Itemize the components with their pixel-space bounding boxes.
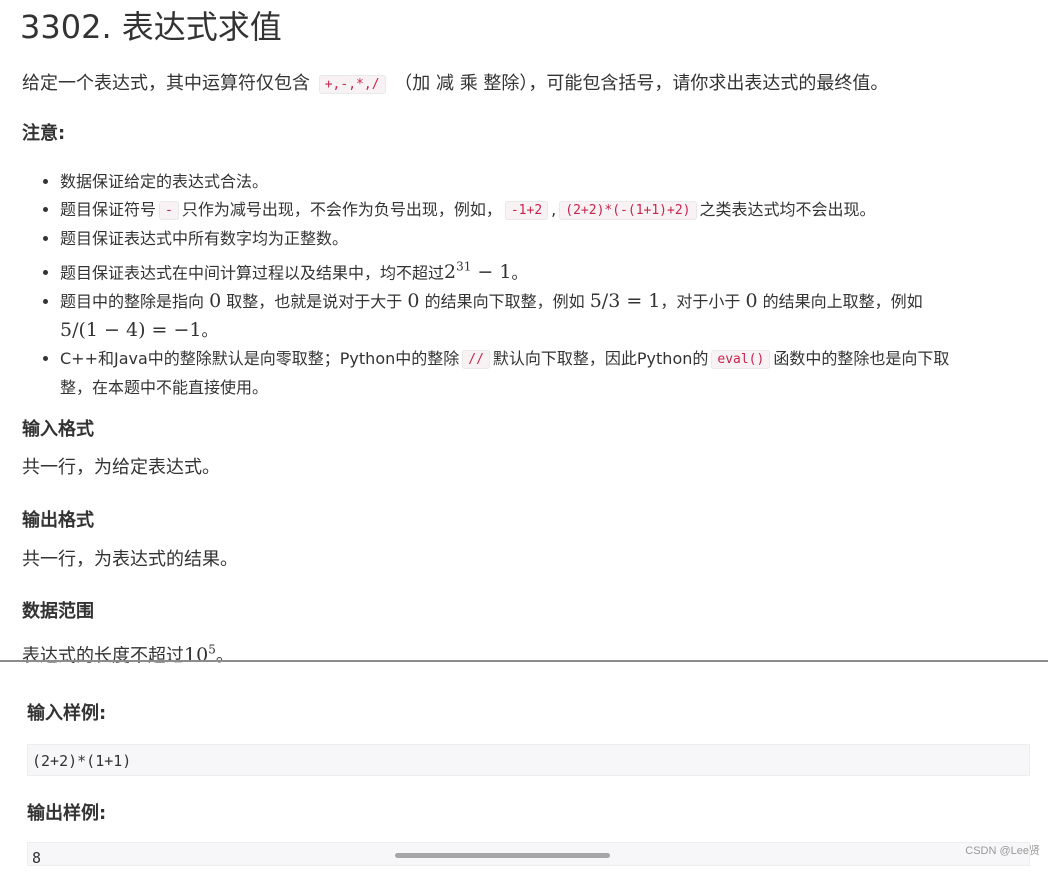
example-code: (2+2)*(-(1+1)+2) [559, 201, 697, 220]
operators-code: +,-,*,/ [318, 75, 386, 94]
list-item: 题目保证符号-只作为减号出现，不会作为负号出现，例如，-1+2,(2+2)*(-… [60, 196, 1050, 225]
floor-div-code: // [462, 350, 490, 370]
sample-input-box[interactable]: (2+2)*(1+1) [27, 744, 1030, 776]
notes-heading: 注意: [22, 123, 66, 144]
page-title: 3302. 表达式求值 [20, 8, 282, 46]
example-code: -1+2 [504, 201, 549, 220]
minus-code: - [159, 201, 179, 220]
output-format-text: 共一行，为表达式的结果。 [22, 549, 238, 570]
section-divider [0, 660, 1048, 662]
math-expr: 105 [184, 643, 216, 667]
list-item: 题目保证表达式中所有数字均为正整数。 [60, 225, 1050, 253]
horizontal-scrollbar[interactable] [395, 853, 610, 858]
sample-output-label: 输出样例: [27, 803, 107, 824]
list-item: C++和Java中的整除默认是向零取整；Python中的整除//默认向下取整，因… [60, 345, 1050, 402]
list-item: 题目中的整除是指向 0 取整，也就是说对于大于 0 的结果向下取整，例如 5/3… [60, 287, 1050, 345]
sample-input-label: 输入样例: [27, 703, 107, 724]
data-range-heading: 数据范围 [22, 601, 94, 622]
data-range-text: 表达式的长度不超过105。 [22, 643, 234, 667]
problem-intro: 给定一个表达式，其中运算符仅包含 +,-,*,/ （加 减 乘 整除），可能包含… [22, 73, 889, 94]
input-format-heading: 输入格式 [22, 419, 94, 440]
list-item: 题目保证表达式在中间计算过程以及结果中，均不超过231 − 1。 [60, 253, 1050, 287]
input-format-text: 共一行，为给定表达式。 [22, 457, 220, 478]
eval-code: eval() [711, 350, 771, 370]
output-format-heading: 输出格式 [22, 510, 94, 531]
problem-page: 3302. 表达式求值 给定一个表达式，其中运算符仅包含 +,-,*,/ （加 … [0, 0, 1056, 867]
list-item: 数据保证给定的表达式合法。 [60, 168, 1050, 196]
math-expr: 231 − 1 [444, 260, 512, 284]
notes-list: 数据保证给定的表达式合法。 题目保证符号-只作为减号出现，不会作为负号出现，例如… [22, 168, 1050, 402]
watermark: CSDN @Lee贤 [965, 845, 1040, 857]
